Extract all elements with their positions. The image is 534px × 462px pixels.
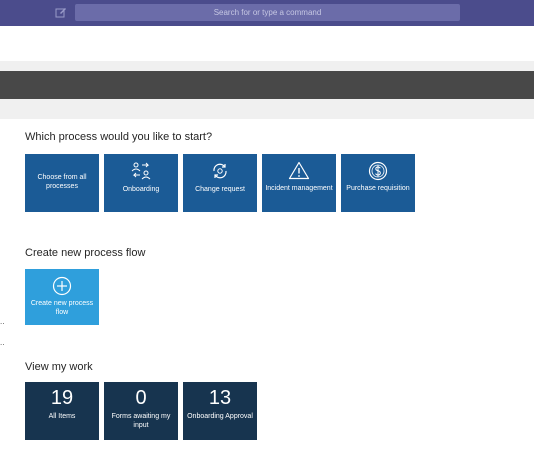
tile-count: 19 (50, 387, 74, 409)
tile-forms-awaiting-input[interactable]: 0 Forms awaiting my input (104, 382, 178, 440)
tile-label: Choose from all processes (37, 174, 87, 190)
tile-label: Change request (195, 186, 245, 193)
tile-count: 0 (135, 387, 147, 409)
tile-label: Forms awaiting my input (111, 413, 171, 429)
tile-onboarding[interactable]: Onboarding (104, 154, 178, 212)
header-bar (0, 71, 534, 99)
tile-choose-all-processes[interactable]: Choose from all processes (25, 154, 99, 212)
tile-label: Incident management (265, 185, 333, 192)
tile-create-new-process-flow[interactable]: Create new process flow (25, 269, 99, 325)
side-ellipsis[interactable]: .. (0, 318, 4, 326)
tile-label: Onboarding (122, 186, 160, 193)
tile-incident-management[interactable]: Incident management (262, 154, 336, 212)
compose-icon[interactable] (55, 6, 67, 18)
tile-label: Purchase requisition (346, 185, 410, 192)
tile-all-items[interactable]: 19 All Items (25, 382, 99, 440)
dollar-icon (368, 161, 388, 181)
subheader-strip (0, 99, 534, 119)
tile-onboarding-approval[interactable]: 13 Onboarding Approval (183, 382, 257, 440)
tile-purchase-requisition[interactable]: Purchase requisition (341, 154, 415, 212)
start-process-heading: Which process would you like to start? (25, 131, 213, 143)
search-input[interactable] (75, 4, 460, 21)
warning-icon (288, 161, 310, 180)
plus-circle-icon (52, 276, 72, 296)
toolbar-strip (0, 61, 534, 71)
create-flow-heading: Create new process flow (25, 247, 146, 259)
tile-label: All Items (48, 413, 76, 420)
side-ellipsis[interactable]: .. (0, 339, 4, 347)
tile-change-request[interactable]: Change request (183, 154, 257, 212)
tile-label: Create new process flow (30, 300, 94, 316)
tile-count: 13 (208, 387, 232, 409)
refresh-gear-icon (213, 163, 227, 179)
top-bar (0, 0, 534, 26)
people-swap-icon (131, 162, 151, 180)
tile-label: Onboarding Approval (187, 413, 253, 420)
view-work-heading: View my work (25, 361, 93, 373)
